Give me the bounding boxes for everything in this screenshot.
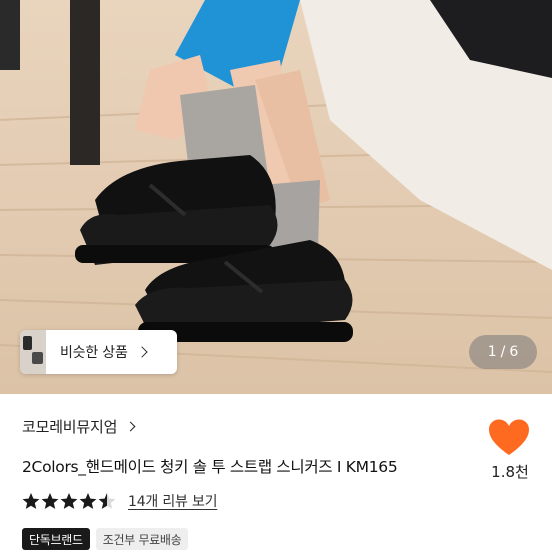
image-counter: 1 / 6 xyxy=(469,335,537,369)
rating-stars xyxy=(22,492,116,510)
image-counter-separator: / xyxy=(500,344,506,360)
review-link[interactable]: 14개 리뷰 보기 xyxy=(128,491,218,511)
like-count: 1.8천 xyxy=(491,463,529,481)
image-counter-total: 6 xyxy=(509,344,519,360)
chevron-right-icon xyxy=(135,346,148,358)
product-title: 2Colors_핸드메이드 청키 솔 투 스트랩 스니커즈 I KM165 xyxy=(22,458,398,476)
star-icon xyxy=(98,493,116,509)
similar-products-button[interactable]: 비슷한 상품 xyxy=(20,330,177,374)
star-icon xyxy=(79,493,97,509)
badge-row: 단독브랜드 조건부 무료배송 xyxy=(22,528,189,550)
heart-icon xyxy=(489,419,529,455)
similar-product-thumbnail xyxy=(20,330,46,374)
store-link[interactable]: 코모레비뮤지엄 xyxy=(22,416,136,437)
exclusive-brand-badge: 단독브랜드 xyxy=(22,528,90,550)
star-icon xyxy=(22,493,40,509)
free-shipping-badge: 조건부 무료배송 xyxy=(95,528,189,550)
product-image-carousel[interactable]: 비슷한 상품 1 / 6 xyxy=(0,0,552,394)
star-icon xyxy=(41,493,59,509)
like-button[interactable] xyxy=(487,418,531,458)
image-counter-current: 1 xyxy=(487,344,497,360)
similar-products-label: 비슷한 상품 xyxy=(60,345,128,361)
store-name: 코모레비뮤지엄 xyxy=(22,418,118,436)
chevron-right-icon xyxy=(125,421,136,432)
star-icon xyxy=(60,493,78,509)
rating-row: 14개 리뷰 보기 xyxy=(22,491,218,511)
